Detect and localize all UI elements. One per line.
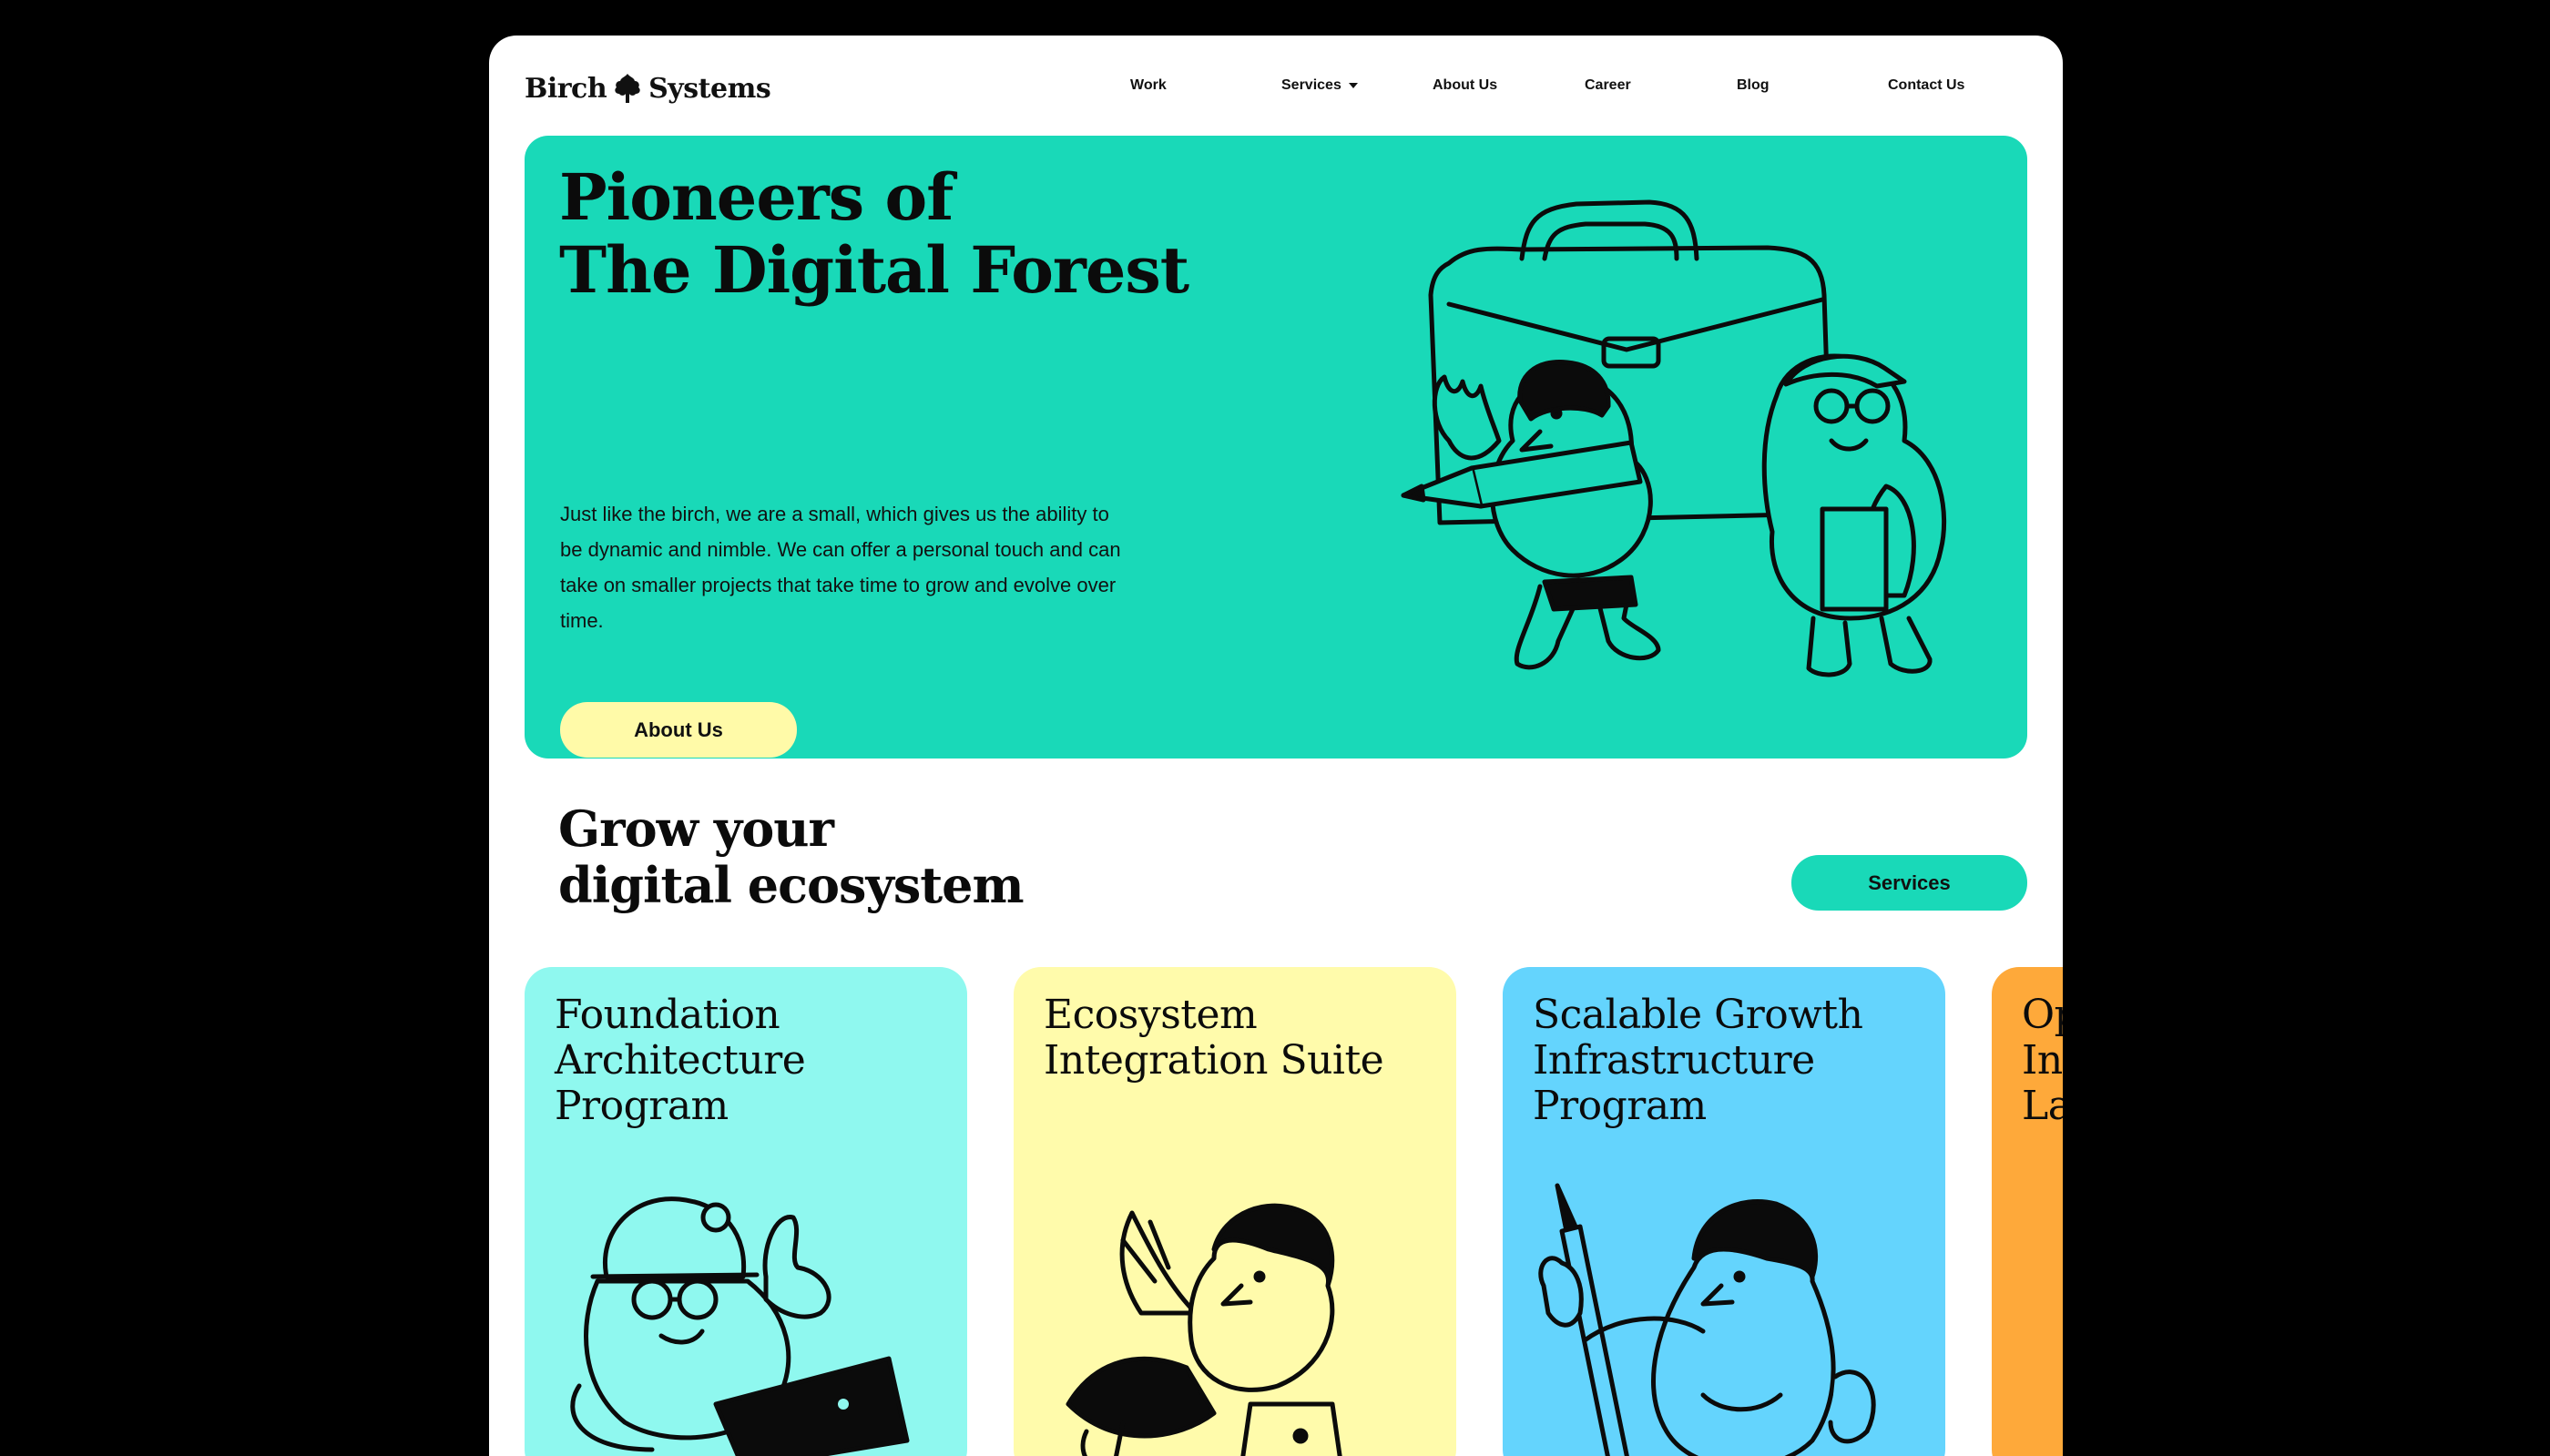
section-title: Grow your digital ecosystem (558, 799, 1025, 914)
card-title-line: Integration Suite (1044, 1037, 1384, 1084)
card-title-line: Ecosystem (1044, 992, 1258, 1038)
nav-blog[interactable]: Blog (1737, 77, 1770, 94)
card-title-line: Program (555, 1083, 729, 1129)
card-title-line: Architecture (555, 1037, 806, 1084)
card-title: Scalable Growth Infrastructure Program (1533, 992, 1863, 1129)
nav-services[interactable]: Services (1281, 77, 1358, 94)
about-us-button[interactable]: About Us (560, 702, 797, 758)
hero-banner: Pioneers of The Digital Forest Just like… (525, 136, 2027, 759)
card-title: Op In La (2022, 993, 2063, 1129)
nav-work[interactable]: Work (1130, 77, 1167, 94)
birds-illustration (1401, 199, 1947, 677)
card-title: Ecosystem Integration Suite (1044, 992, 1384, 1084)
card-title-line: Foundation (555, 992, 780, 1038)
card-title: Foundation Architecture Program (555, 992, 806, 1129)
nav-contact[interactable]: Contact Us (1888, 77, 1964, 94)
section-title-line1: Grow your (558, 799, 834, 858)
bird-relaxing-illustration (1066, 1203, 1342, 1456)
card-scalable-growth[interactable]: Scalable Growth Infrastructure Program (1503, 967, 1945, 1456)
website-page: Birch Systems Work Services About Us Car… (489, 36, 2063, 1456)
hero-title: Pioneers of The Digital Forest (559, 159, 1189, 308)
main-nav: Work Services About Us Career Blog Conta… (489, 77, 2063, 105)
card-title-line: Op (2022, 992, 2063, 1038)
services-button[interactable]: Services (1791, 855, 2027, 911)
section-title-line2: digital ecosystem (558, 856, 1025, 914)
card-title-line: La (2022, 1083, 2063, 1129)
card-foundation-architecture[interactable]: Foundation Architecture Program (525, 967, 967, 1456)
hero-title-line2: The Digital Forest (559, 232, 1189, 308)
hero-title-line1: Pioneers of (559, 159, 954, 235)
bird-with-laptop-illustration (570, 1196, 910, 1456)
nav-career[interactable]: Career (1585, 77, 1631, 94)
nav-services-label: Services (1281, 77, 1341, 93)
bird-with-pencil-illustration (1538, 1183, 1876, 1456)
card-ecosystem-integration[interactable]: Ecosystem Integration Suite (1014, 967, 1456, 1456)
chevron-down-icon (1348, 82, 1358, 88)
card-title-line: In (2022, 1037, 2063, 1084)
card-title-line: Scalable Growth (1533, 992, 1863, 1038)
nav-about[interactable]: About Us (1433, 77, 1497, 94)
card-partial[interactable]: Op In La (1992, 967, 2063, 1456)
card-title-line: Infrastructure (1533, 1037, 1815, 1084)
hero-description: Just like the birch, we are a small, whi… (560, 503, 1121, 632)
card-title-line: Program (1533, 1083, 1707, 1129)
